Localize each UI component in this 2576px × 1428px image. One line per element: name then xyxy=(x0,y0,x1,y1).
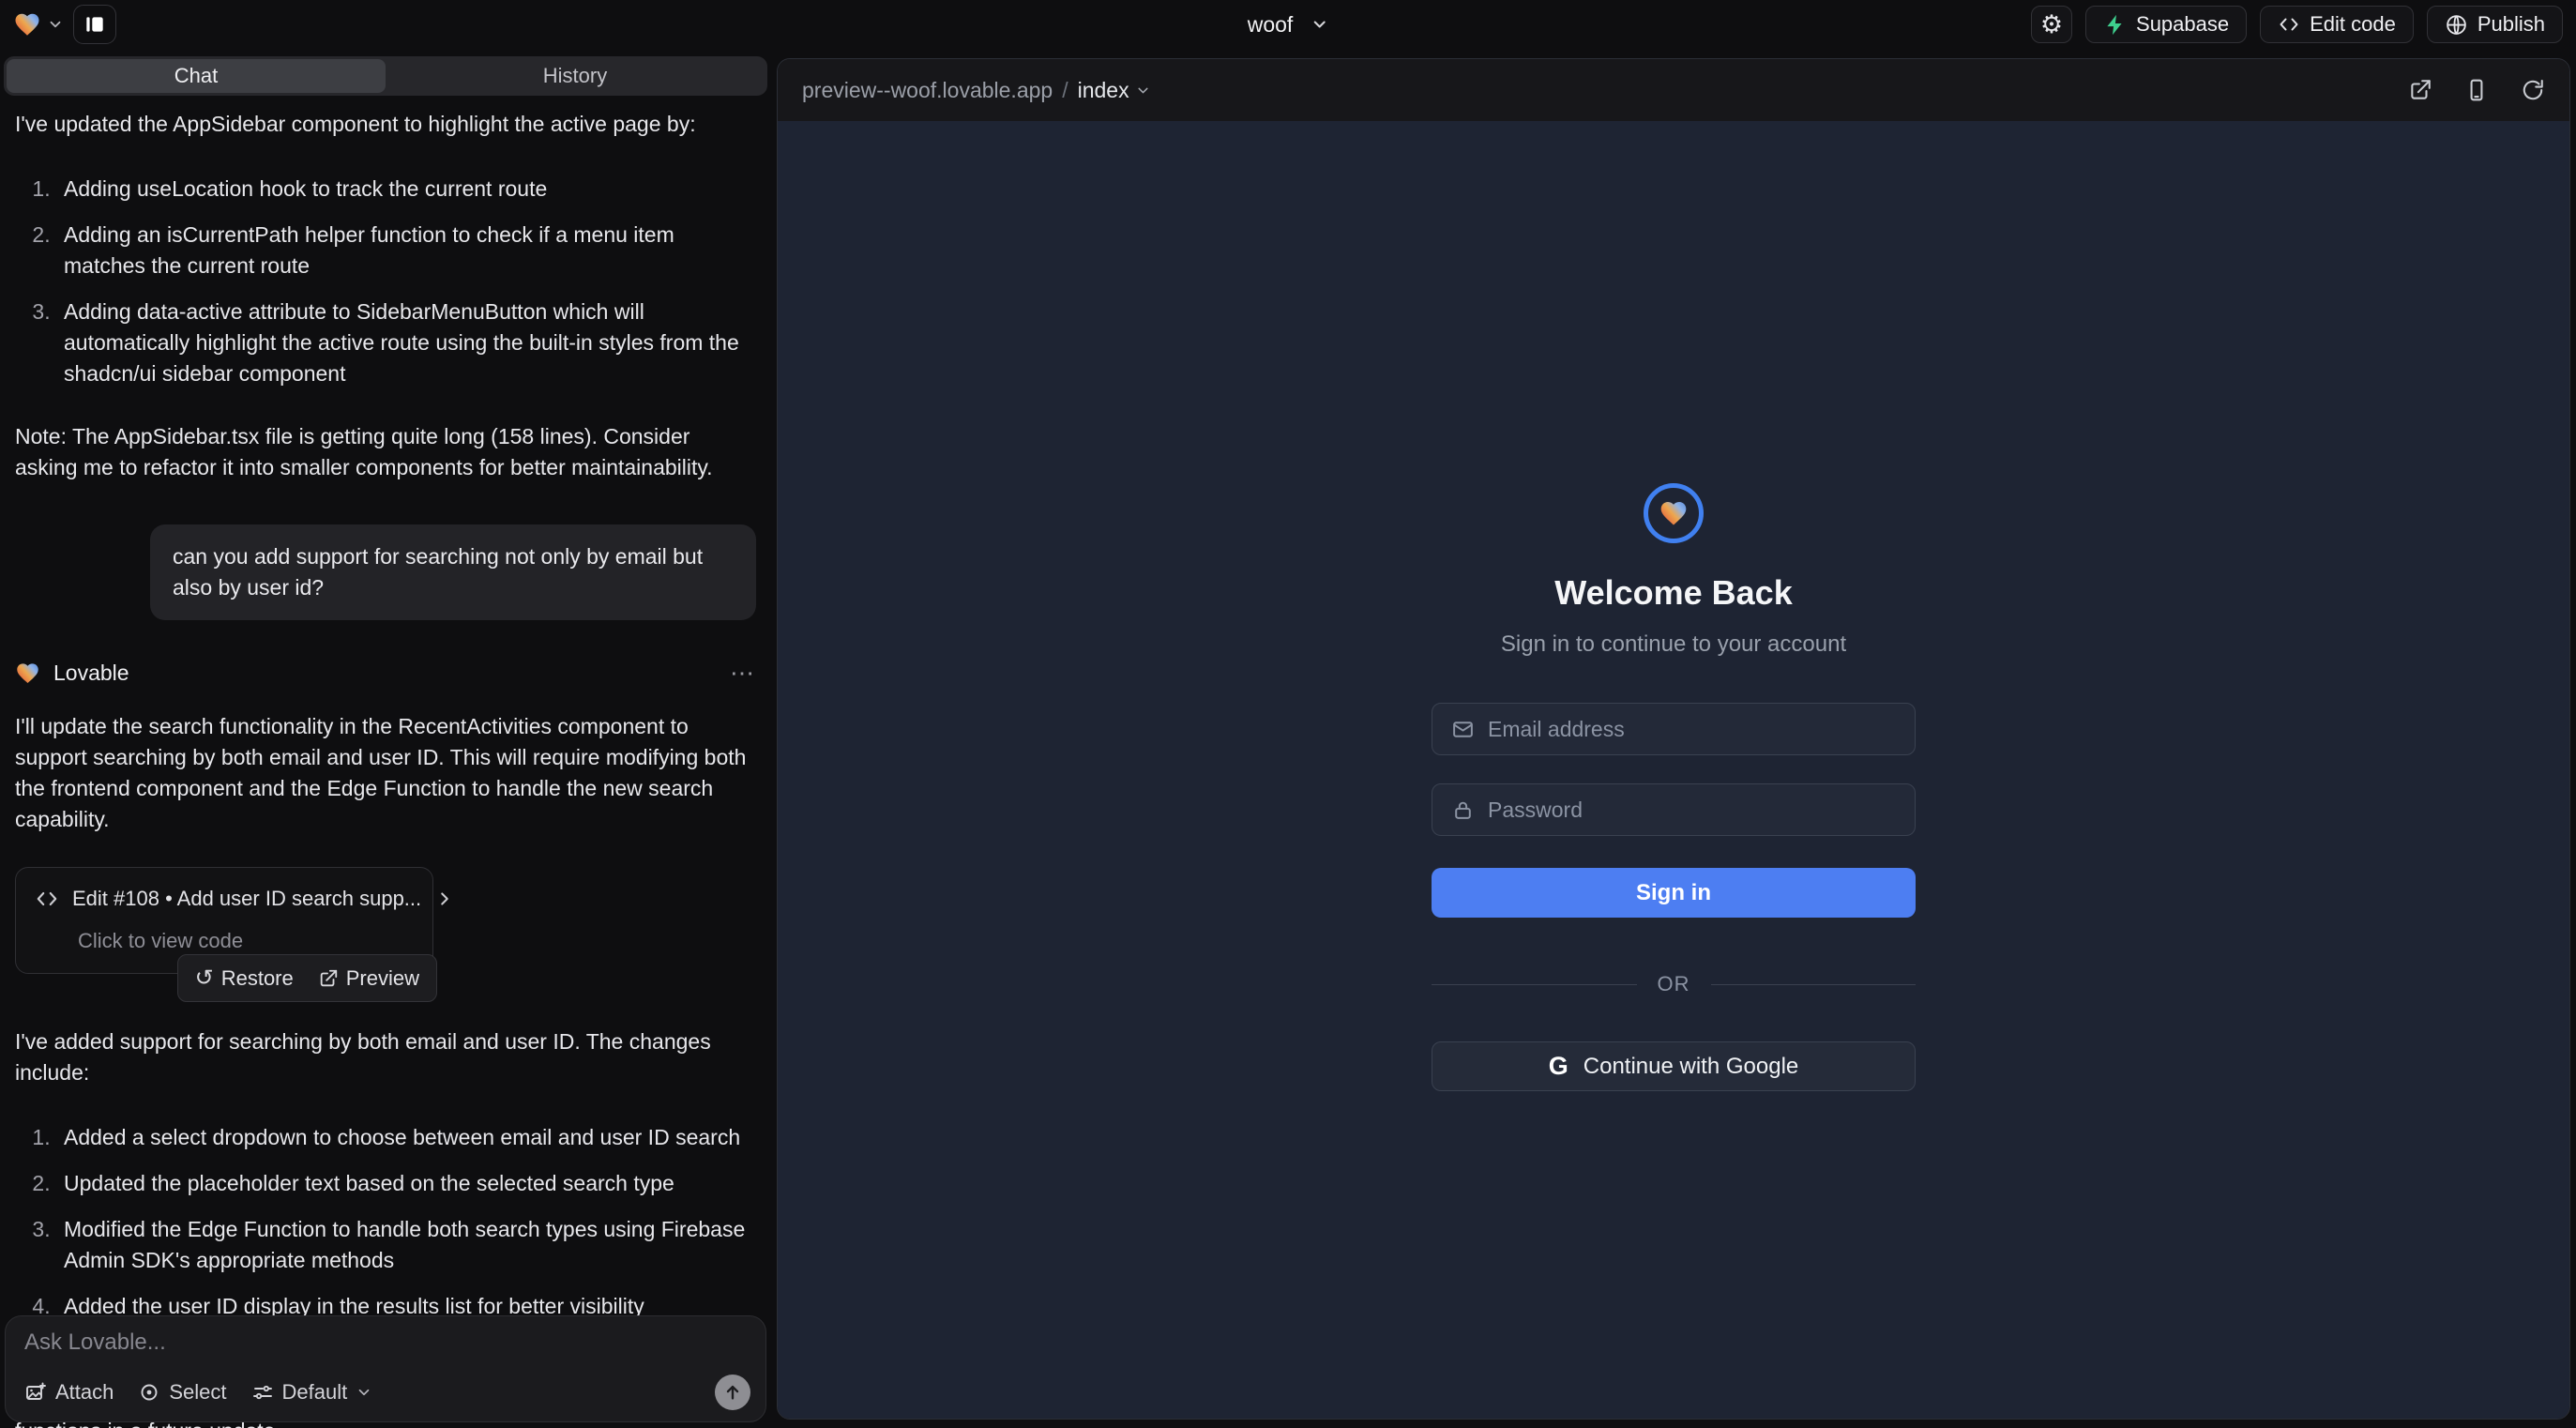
restore-icon: ↺ xyxy=(195,967,214,990)
email-field[interactable] xyxy=(1488,717,1896,742)
assistant-ordered-list: Added a select dropdown to choose betwee… xyxy=(15,1122,756,1322)
assistant-note: Note: The AppSidebar.tsx file is getting… xyxy=(15,421,756,483)
google-g-icon: G xyxy=(1549,1054,1568,1079)
refresh-button[interactable] xyxy=(2521,78,2545,102)
preview-url[interactable]: preview--woof.lovable.app / index xyxy=(802,78,1151,103)
list-item: Adding data-active attribute to SidebarM… xyxy=(56,296,756,389)
chat-message-list[interactable]: I've updated the AppSidebar component to… xyxy=(0,96,771,1428)
publish-button[interactable]: Publish xyxy=(2427,6,2563,43)
topbar: woof ⚙ Supabase Edit code Publish xyxy=(0,0,2576,49)
edit-card-actions: ↺ Restore Preview xyxy=(177,954,437,1002)
message-options-icon[interactable]: ⋯ xyxy=(730,658,756,689)
supabase-button[interactable]: Supabase xyxy=(2085,6,2247,43)
chat-input[interactable] xyxy=(24,1329,747,1371)
code-brackets-icon xyxy=(2278,13,2300,36)
list-item: Added a select dropdown to choose betwee… xyxy=(56,1122,756,1153)
list-item: Modified the Edge Function to handle bot… xyxy=(56,1214,756,1276)
publish-button-label: Publish xyxy=(2478,12,2545,37)
gear-icon: ⚙ xyxy=(2040,12,2063,38)
edit-card-title: Edit #108 • Add user ID search supp... xyxy=(72,883,421,914)
select-target-icon xyxy=(138,1381,160,1404)
select-button-label: Select xyxy=(169,1380,226,1405)
model-selector[interactable]: Default xyxy=(251,1380,373,1405)
assistant-name: Lovable xyxy=(53,658,129,689)
preview-route-label: index xyxy=(1078,78,1129,103)
assistant-ordered-list: Adding useLocation hook to track the cur… xyxy=(15,174,756,389)
signin-title: Welcome Back xyxy=(1554,573,1792,613)
send-button[interactable] xyxy=(715,1375,750,1410)
lovable-heart-icon xyxy=(15,661,40,686)
restore-button-label: Restore xyxy=(221,963,294,994)
or-divider: OR xyxy=(1432,972,1916,996)
chevron-right-icon xyxy=(434,889,455,909)
list-item: Adding useLocation hook to track the cur… xyxy=(56,174,756,205)
tab-chat[interactable]: Chat xyxy=(7,59,386,93)
signin-button[interactable]: Sign in xyxy=(1432,868,1916,918)
assistant-paragraph: I've added support for searching by both… xyxy=(15,1026,756,1088)
model-selector-label: Default xyxy=(282,1380,348,1405)
chat-history-tabs: Chat History xyxy=(4,56,767,96)
tab-history[interactable]: History xyxy=(386,59,765,93)
preview-panel: preview--woof.lovable.app / index xyxy=(777,58,2570,1420)
chevron-down-icon xyxy=(356,1384,372,1401)
preview-url-host: preview--woof.lovable.app xyxy=(802,78,1053,103)
edit-code-button[interactable]: Edit code xyxy=(2260,6,2414,43)
signin-card: Welcome Back Sign in to continue to your… xyxy=(1432,483,1916,1091)
globe-icon xyxy=(2445,13,2468,37)
preview-button-label: Preview xyxy=(346,963,419,994)
lovable-heart-icon xyxy=(13,10,41,38)
google-signin-label: Continue with Google xyxy=(1583,1054,1798,1080)
assistant-paragraph: I've updated the AppSidebar component to… xyxy=(15,109,756,140)
edit-card-subtitle: Click to view code xyxy=(78,925,414,956)
or-divider-label: OR xyxy=(1658,972,1690,996)
chevron-down-icon xyxy=(1310,15,1328,34)
list-item: Adding an isCurrentPath helper function … xyxy=(56,220,756,281)
external-link-icon xyxy=(318,968,339,989)
edit-code-button-label: Edit code xyxy=(2310,12,2396,37)
password-field[interactable] xyxy=(1488,798,1896,823)
preview-viewport: Welcome Back Sign in to continue to your… xyxy=(778,121,2569,1419)
preview-toolbar: preview--woof.lovable.app / index xyxy=(778,59,2569,121)
panel-layout-icon xyxy=(83,12,107,37)
restore-button[interactable]: ↺ Restore xyxy=(195,963,294,994)
attach-button-label: Attach xyxy=(55,1380,114,1405)
divider-line xyxy=(1432,984,1637,985)
toggle-sidebar-button[interactable] xyxy=(73,5,116,44)
composer: Attach Select Default xyxy=(5,1315,766,1422)
google-signin-button[interactable]: G Continue with Google xyxy=(1432,1041,1916,1091)
chevron-down-icon xyxy=(1135,83,1151,99)
supabase-button-label: Supabase xyxy=(2136,12,2229,37)
settings-button[interactable]: ⚙ xyxy=(2031,6,2072,43)
user-message-bubble: can you add support for searching not on… xyxy=(150,524,756,620)
mail-icon xyxy=(1451,718,1475,741)
sliders-icon xyxy=(251,1381,274,1404)
heart-icon xyxy=(1659,498,1689,528)
attach-image-icon xyxy=(24,1381,47,1404)
project-switcher[interactable]: woof xyxy=(1248,0,1329,49)
list-item: Updated the placeholder text based on th… xyxy=(56,1168,756,1199)
password-field-wrap xyxy=(1432,783,1916,836)
code-brackets-icon xyxy=(35,887,59,911)
project-name: woof xyxy=(1248,12,1294,38)
mobile-view-button[interactable] xyxy=(2464,78,2489,102)
preview-route-selector[interactable]: index xyxy=(1078,78,1151,103)
divider-line xyxy=(1711,984,1917,985)
chat-panel: Chat History I've updated the AppSidebar… xyxy=(0,49,771,1428)
lock-icon xyxy=(1451,798,1475,822)
email-field-wrap xyxy=(1432,703,1916,755)
preview-button[interactable]: Preview xyxy=(318,963,419,994)
supabase-bolt-icon xyxy=(2103,13,2127,37)
arrow-up-icon xyxy=(722,1382,743,1403)
assistant-paragraph: I'll update the search functionality in … xyxy=(15,711,756,835)
signin-subtitle: Sign in to continue to your account xyxy=(1501,631,1846,658)
app-logo xyxy=(1644,483,1704,543)
select-button[interactable]: Select xyxy=(138,1380,226,1405)
chevron-down-icon xyxy=(47,16,64,33)
assistant-message-header: Lovable ⋯ xyxy=(15,658,756,689)
lovable-logo-menu[interactable] xyxy=(13,10,64,38)
preview-url-separator: / xyxy=(1062,78,1068,103)
open-in-new-tab-button[interactable] xyxy=(2408,78,2432,102)
attach-button[interactable]: Attach xyxy=(24,1380,114,1405)
